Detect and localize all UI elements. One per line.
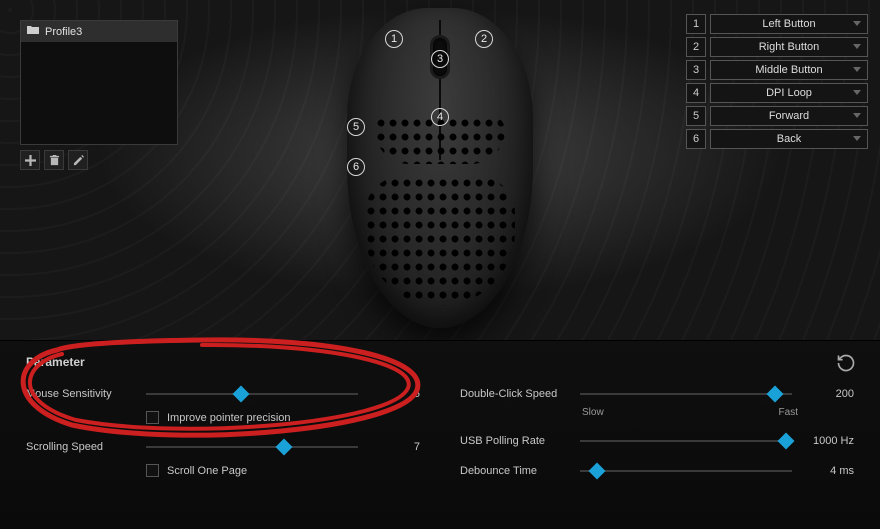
upper-panel: Profile3 1 2 3 4 5 6 1 Left Button xyxy=(0,0,880,340)
profile-item-selected[interactable]: Profile3 xyxy=(21,21,177,42)
parameter-panel: Parameter Mouse Sensitivity 6 Improve po… xyxy=(0,340,880,529)
panel-title: Parameter xyxy=(26,355,854,369)
chevron-down-icon xyxy=(853,67,861,72)
map-row-6: 6 Back xyxy=(686,129,868,149)
profile-list: Profile3 xyxy=(20,20,178,145)
param-col-right: Double-Click Speed 200 Slow Fast USB Pol… xyxy=(460,387,854,478)
callout-6: 6 xyxy=(347,158,365,176)
param-value: 200 xyxy=(802,388,854,400)
map-num: 6 xyxy=(686,129,706,149)
checkbox-label: Improve pointer precision xyxy=(167,412,291,424)
map-select-4[interactable]: DPI Loop xyxy=(710,83,868,103)
chevron-down-icon xyxy=(853,136,861,141)
param-double-click: Double-Click Speed 200 xyxy=(460,387,854,401)
scroll-one-page-row: Scroll One Page xyxy=(146,464,420,477)
map-select-1[interactable]: Left Button xyxy=(710,14,868,34)
param-value: 6 xyxy=(368,388,420,400)
map-num: 5 xyxy=(686,106,706,126)
map-row-5: 5 Forward xyxy=(686,106,868,126)
map-select-2[interactable]: Right Button xyxy=(710,37,868,57)
param-label: Mouse Sensitivity xyxy=(26,388,136,400)
map-row-4: 4 DPI Loop xyxy=(686,83,868,103)
callout-3: 3 xyxy=(431,50,449,68)
map-select-6[interactable]: Back xyxy=(710,129,868,149)
mouse-sensitivity-slider[interactable] xyxy=(146,387,358,401)
callout-2: 2 xyxy=(475,30,493,48)
map-row-2: 2 Right Button xyxy=(686,37,868,57)
delete-profile-button[interactable] xyxy=(44,150,64,170)
button-mapping-list: 1 Left Button 2 Right Button 3 Middle Bu… xyxy=(686,14,868,149)
chevron-down-icon xyxy=(853,113,861,118)
map-num: 4 xyxy=(686,83,706,103)
map-num: 1 xyxy=(686,14,706,34)
improve-precision-row: Improve pointer precision xyxy=(146,411,420,424)
chevron-down-icon xyxy=(853,44,861,49)
checkbox-label: Scroll One Page xyxy=(167,465,247,477)
double-click-sublabels: Slow Fast xyxy=(582,407,798,418)
param-label: Scrolling Speed xyxy=(26,441,136,453)
param-scrolling-speed: Scrolling Speed 7 xyxy=(26,440,420,454)
reset-button[interactable] xyxy=(836,353,858,375)
param-value: 7 xyxy=(368,441,420,453)
chevron-down-icon xyxy=(853,90,861,95)
folder-icon xyxy=(27,25,39,38)
param-mouse-sensitivity: Mouse Sensitivity 6 xyxy=(26,387,420,401)
param-value: 4 ms xyxy=(802,465,854,477)
mouse-diagram: 1 2 3 4 5 6 xyxy=(325,8,555,343)
param-debounce: Debounce Time 4 ms xyxy=(460,464,854,478)
param-value: 1000 Hz xyxy=(802,435,854,447)
param-col-left: Mouse Sensitivity 6 Improve pointer prec… xyxy=(26,387,420,478)
chevron-down-icon xyxy=(853,21,861,26)
param-label: USB Polling Rate xyxy=(460,435,570,447)
map-num: 3 xyxy=(686,60,706,80)
profile-name: Profile3 xyxy=(45,26,82,38)
map-row-3: 3 Middle Button xyxy=(686,60,868,80)
debounce-slider[interactable] xyxy=(580,464,792,478)
double-click-slider[interactable] xyxy=(580,387,792,401)
param-label: Double-Click Speed xyxy=(460,388,570,400)
map-select-3[interactable]: Middle Button xyxy=(710,60,868,80)
callout-1: 1 xyxy=(385,30,403,48)
scroll-one-page-checkbox[interactable] xyxy=(146,464,159,477)
improve-precision-checkbox[interactable] xyxy=(146,411,159,424)
map-row-1: 1 Left Button xyxy=(686,14,868,34)
scrolling-speed-slider[interactable] xyxy=(146,440,358,454)
callout-4: 4 xyxy=(431,108,449,126)
callout-5: 5 xyxy=(347,118,365,136)
param-polling-rate: USB Polling Rate 1000 Hz xyxy=(460,434,854,448)
polling-rate-slider[interactable] xyxy=(580,434,792,448)
map-select-5[interactable]: Forward xyxy=(710,106,868,126)
add-profile-button[interactable] xyxy=(20,150,40,170)
map-num: 2 xyxy=(686,37,706,57)
edit-profile-button[interactable] xyxy=(68,150,88,170)
param-label: Debounce Time xyxy=(460,465,570,477)
